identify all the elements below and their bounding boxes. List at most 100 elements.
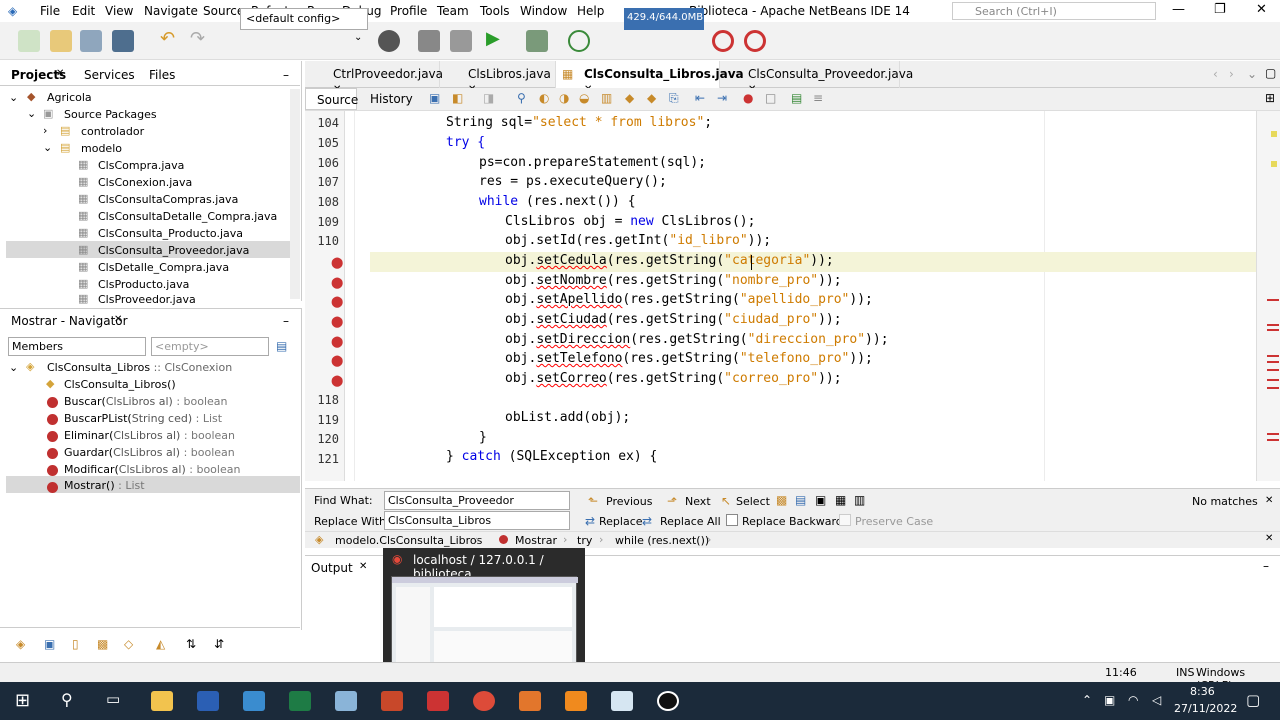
menu-source[interactable]: Source	[203, 4, 244, 18]
chrome-icon[interactable]	[473, 691, 495, 711]
close-icon[interactable]: ✕	[359, 561, 367, 572]
replace-all-button[interactable]: Replace All	[660, 515, 721, 528]
minimize-pane-icon[interactable]: –	[1263, 559, 1269, 573]
error-icon[interactable]: ⬤	[331, 276, 343, 289]
error-icon[interactable]: ⬤	[331, 295, 343, 308]
find-prev-icon[interactable]: ◐	[539, 91, 549, 105]
uncomment-icon[interactable]: ≡	[813, 91, 823, 105]
minimize-pane-icon[interactable]: –	[283, 68, 289, 82]
close-icon[interactable]: ✕	[1265, 533, 1273, 544]
minimize-pane-icon[interactable]: –	[283, 314, 289, 328]
tree-item[interactable]: ClsCompra.java	[98, 159, 184, 172]
tree-item[interactable]: Source Packages	[64, 108, 157, 121]
clock-date[interactable]: 27/11/2022	[1174, 702, 1237, 715]
excel-icon[interactable]	[289, 691, 311, 711]
inherited-icon[interactable]: ◭	[156, 637, 165, 651]
toggle-rect-icon[interactable]: ▥	[601, 91, 612, 105]
whole-words-icon[interactable]: ▤	[795, 493, 806, 507]
chevron-down-icon[interactable]: ⌄	[27, 107, 36, 120]
pause-icon[interactable]	[744, 30, 766, 52]
menu-navigate[interactable]: Navigate	[144, 4, 198, 18]
source-tab[interactable]: Source	[305, 88, 358, 110]
error-icon[interactable]: ⬤	[331, 374, 343, 387]
tab-clslibros[interactable]: ClsLibros.java ✕	[440, 61, 556, 95]
chevron-left-icon[interactable]: ‹	[1213, 67, 1218, 81]
maximize-icon[interactable]: ❐	[1214, 2, 1226, 17]
nav-member[interactable]: BuscarPList(String ced) : List	[64, 412, 222, 425]
scrollbar[interactable]	[290, 89, 300, 299]
previous-button[interactable]: Previous	[606, 495, 653, 508]
nonpublic-icon[interactable]: ▩	[97, 637, 108, 651]
menu-view[interactable]: View	[105, 4, 133, 18]
search-icon[interactable]: ⚲	[61, 690, 73, 709]
debug-icon[interactable]	[526, 30, 548, 52]
tab-clsconsulta-libros[interactable]: ClsConsulta_Libros.java ✕	[556, 61, 744, 95]
recorder-icon[interactable]	[519, 691, 541, 711]
error-icon[interactable]: ⬤	[331, 315, 343, 328]
comment-icon[interactable]: ▤	[791, 91, 802, 105]
menu-team[interactable]: Team	[437, 4, 469, 18]
tree-item[interactable]: ClsConsultaDetalle_Compra.java	[98, 210, 277, 223]
close-icon[interactable]: ✕	[1265, 495, 1273, 506]
tree-item[interactable]: ClsConexion.java	[98, 176, 192, 189]
new-project-icon[interactable]	[50, 30, 72, 52]
tree-item[interactable]: ClsProveedor.java	[98, 293, 196, 306]
highlight-icon[interactable]: ▦	[835, 493, 846, 507]
error-stripe[interactable]	[1256, 111, 1280, 481]
toggle-bookmark-icon[interactable]: ⎘	[669, 91, 679, 106]
error-icon[interactable]: ⬤	[331, 335, 343, 348]
tree-item[interactable]: Agricola	[47, 91, 92, 104]
notification-icon[interactable]: ▢	[1246, 691, 1260, 709]
chevron-down-icon[interactable]: ⌄	[1247, 67, 1257, 81]
wifi-icon[interactable]: ◠	[1128, 693, 1138, 707]
static-icon[interactable]: ▯	[72, 637, 79, 651]
prev-bookmark-icon[interactable]: ◆	[625, 91, 634, 105]
breadcrumb-item[interactable]: modelo.ClsConsulta_Libros	[335, 534, 482, 547]
save-all-icon[interactable]	[112, 30, 134, 52]
code-editor[interactable]: String sql="select * from libros"; try {…	[346, 111, 1256, 481]
sort-source-icon[interactable]: ⇵	[214, 637, 224, 651]
stop-macro-icon[interactable]: □	[765, 91, 776, 105]
breadcrumb-item[interactable]: Mostrar	[515, 534, 557, 547]
nav-class-name[interactable]: ClsConsulta_Libros :: ClsConexion	[47, 361, 232, 374]
shift-left-icon[interactable]: ⇤	[695, 91, 705, 105]
sort-alpha-icon[interactable]: ⇅	[186, 637, 196, 651]
menu-file[interactable]: File	[40, 4, 60, 18]
netbeans-icon[interactable]	[611, 691, 633, 711]
filter-select[interactable]: <empty>	[151, 337, 269, 356]
config-select[interactable]: <default config>	[240, 8, 368, 30]
tree-item[interactable]: ClsConsultaCompras.java	[98, 193, 238, 206]
record-icon[interactable]	[657, 691, 679, 711]
tree-item[interactable]: ClsDetalle_Compra.java	[98, 261, 229, 274]
globe-icon[interactable]	[378, 30, 400, 52]
start-macro-icon[interactable]: ●	[743, 91, 753, 105]
forward-icon[interactable]: ◨	[483, 91, 494, 105]
redo-icon[interactable]: ↷	[190, 28, 212, 50]
menu-window[interactable]: Window	[520, 4, 567, 18]
nav-member[interactable]: Eliminar(ClsLibros al) : boolean	[64, 429, 235, 442]
inner-icon[interactable]: ◇	[124, 637, 133, 651]
find-next-icon[interactable]: ◑	[559, 91, 569, 105]
chevron-right-icon[interactable]: ›	[43, 124, 47, 137]
close-icon[interactable]: ✕	[114, 314, 122, 325]
split-icon[interactable]: ⊞	[1265, 91, 1275, 105]
history-tab[interactable]: History	[370, 92, 413, 106]
output-tab[interactable]: Output	[311, 561, 353, 575]
breadcrumb-item[interactable]: try	[577, 534, 592, 547]
app-icon[interactable]	[243, 691, 265, 711]
app-icon[interactable]	[335, 691, 357, 711]
chevron-right-icon[interactable]: ›	[1229, 67, 1234, 81]
maximize-icon[interactable]: ▢	[1265, 66, 1276, 80]
volume-icon[interactable]: ◁	[1152, 693, 1161, 707]
clock-time[interactable]: 8:36	[1190, 685, 1215, 698]
members-select[interactable]: Members	[8, 337, 146, 356]
word-icon[interactable]	[197, 691, 219, 711]
filter-icon[interactable]: ▤	[276, 339, 287, 353]
find-input[interactable]: ClsConsulta_Proveedor	[384, 491, 570, 510]
toggle-highlight-icon[interactable]: ◒	[579, 91, 589, 105]
error-icon[interactable]: ⬤	[331, 354, 343, 367]
taskbar-thumbnail[interactable]: ◉ localhost / 127.0.0.1 / biblioteca...	[383, 548, 585, 678]
clean-build-icon[interactable]	[450, 30, 472, 52]
memory-indicator[interactable]: 429.4/644.0MB	[624, 8, 704, 30]
nav-member[interactable]: Modificar(ClsLibros al) : boolean	[64, 463, 240, 476]
